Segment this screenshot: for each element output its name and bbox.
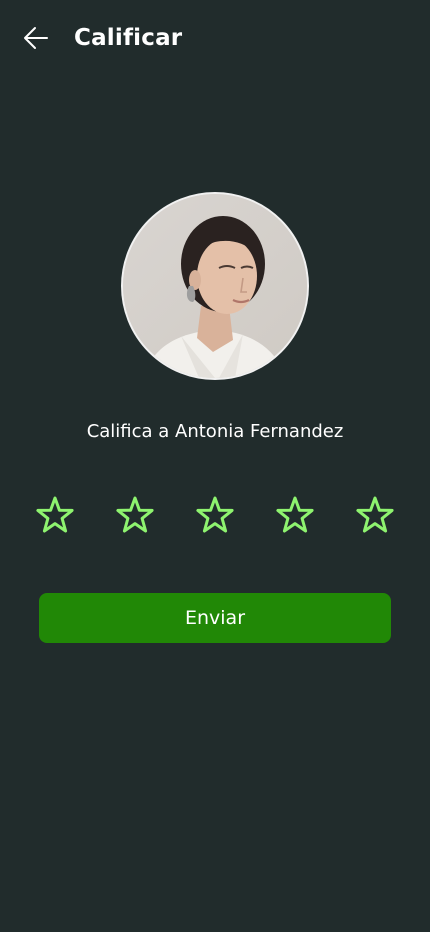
star-outline-icon — [356, 496, 394, 533]
star-outline-icon — [196, 496, 234, 533]
rate-label: Califica a Antonia Fernandez — [86, 421, 344, 442]
header: Calificar — [0, 0, 430, 78]
star-outline-icon — [276, 496, 314, 533]
page-title: Calificar — [74, 25, 183, 51]
star-outline-icon — [36, 496, 74, 533]
submit-button[interactable]: Enviar — [39, 593, 391, 643]
star-1-button[interactable] — [33, 494, 77, 538]
star-5-button[interactable] — [353, 494, 397, 538]
avatar — [121, 192, 309, 380]
back-button[interactable] — [20, 22, 52, 54]
star-rating — [0, 494, 430, 538]
star-2-button[interactable] — [113, 494, 157, 538]
star-4-button[interactable] — [273, 494, 317, 538]
avatar-photo — [123, 194, 307, 378]
star-outline-icon — [116, 496, 154, 533]
arrow-left-icon — [24, 27, 48, 49]
star-3-button[interactable] — [193, 494, 237, 538]
